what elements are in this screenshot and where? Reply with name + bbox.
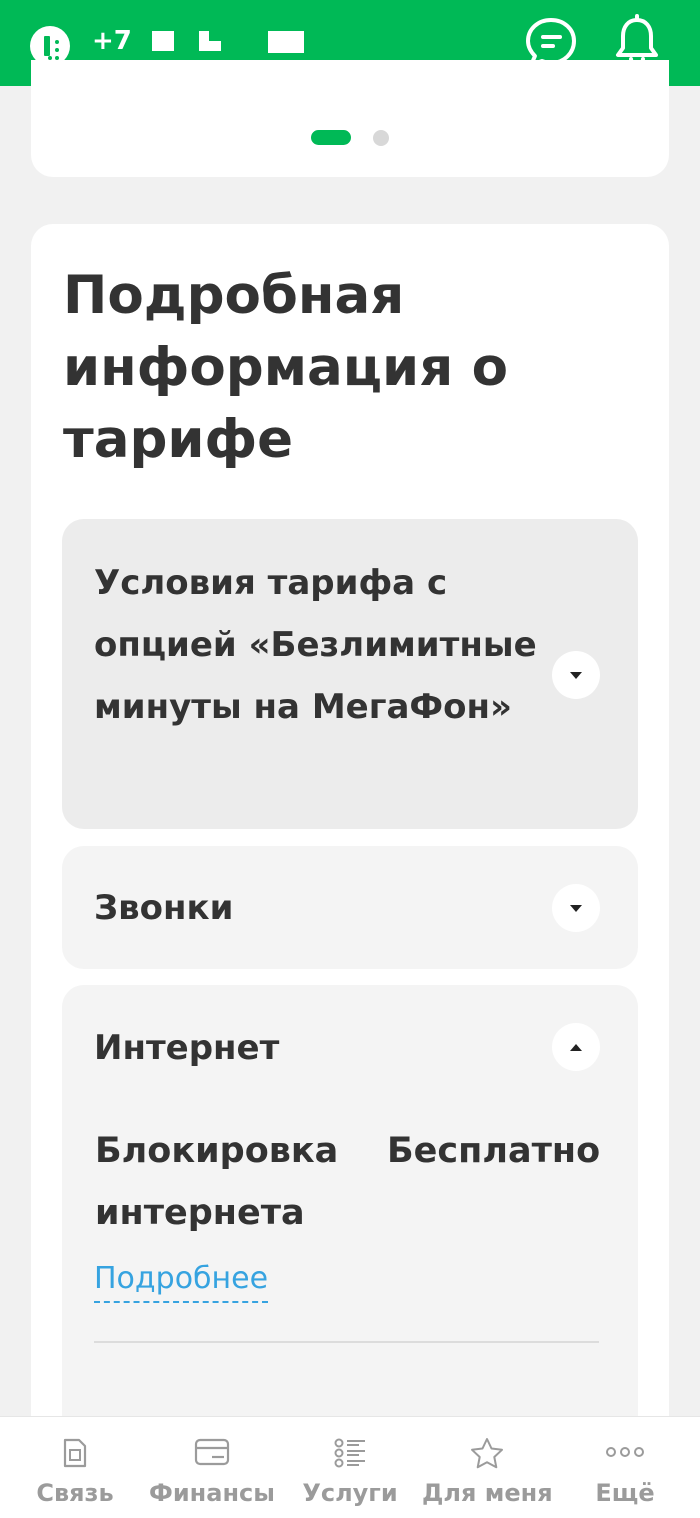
bottom-navigation: Связь Финансы Услуги Для меня Ещё — [0, 1416, 700, 1518]
nav-item-for-me[interactable]: Для меня — [422, 1417, 553, 1518]
nav-item-more[interactable]: Ещё — [575, 1417, 675, 1518]
nav-label: Услуги — [302, 1479, 398, 1507]
services-list-icon — [333, 1437, 367, 1473]
phone-number[interactable]: +7 — [92, 24, 132, 58]
divider — [94, 1341, 599, 1343]
more-dots-icon — [604, 1437, 646, 1471]
chevron-up-icon[interactable] — [552, 1023, 600, 1071]
accordion-title: Интернет — [94, 1028, 280, 1068]
tariff-details-card: Подробная информация о тарифе Условия та… — [31, 224, 669, 1464]
nav-label: Ещё — [595, 1479, 655, 1507]
nav-item-services[interactable]: Услуги — [295, 1417, 405, 1518]
nav-item-finance[interactable]: Финансы — [147, 1417, 277, 1518]
masked-digits — [268, 31, 304, 53]
nav-label: Для меня — [422, 1479, 553, 1507]
phone-prefix: +7 — [92, 26, 132, 56]
accordion-tariff-conditions[interactable]: Условия тарифа с опцией «Безлимитные мин… — [62, 519, 638, 829]
carousel-dot-active[interactable] — [311, 130, 351, 145]
app-screen: +7 Подробная информация о тарифе Условия… — [0, 0, 700, 1518]
masked-digits — [152, 31, 174, 51]
carousel-card — [31, 60, 669, 177]
accordion-title: Звонки — [94, 888, 234, 928]
accordion-calls[interactable]: Звонки — [62, 846, 638, 969]
accordion-title: Условия тарифа с опцией «Безлимитные мин… — [94, 563, 537, 727]
sim-card-icon — [61, 1437, 89, 1473]
nav-label: Связь — [36, 1479, 114, 1507]
wallet-icon — [194, 1437, 230, 1471]
masked-digits — [199, 41, 221, 51]
star-icon — [470, 1437, 504, 1473]
accordion-internet[interactable]: Интернет Блокировка интернета Бесплатно … — [62, 985, 638, 1464]
page-title: Подробная информация о тарифе — [63, 265, 509, 470]
nav-item-connection[interactable]: Связь — [20, 1417, 130, 1518]
nav-label: Финансы — [149, 1479, 275, 1507]
chevron-down-icon[interactable] — [552, 651, 600, 699]
more-info-link[interactable]: Подробнее — [94, 1257, 269, 1303]
carousel-dot[interactable] — [373, 130, 389, 146]
option-price: Бесплатно — [387, 1131, 601, 1171]
chevron-down-icon[interactable] — [552, 884, 600, 932]
option-label: Блокировка интернета — [95, 1131, 339, 1233]
